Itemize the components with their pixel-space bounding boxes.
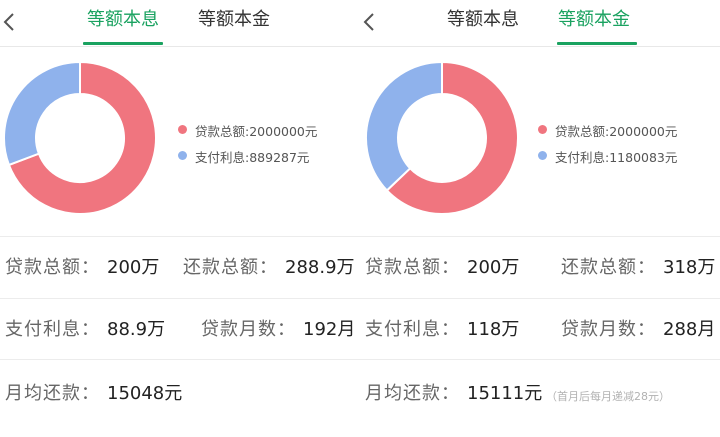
monthly-payment-label: 月均还款： <box>5 383 100 404</box>
principal-legend-dot <box>178 125 187 134</box>
interest-label: 支付利息： <box>5 319 100 340</box>
donut-slice-interest <box>365 60 443 192</box>
tab-equal-principal[interactable]: 等额本金 <box>198 9 270 31</box>
legend-principal-label: 贷款总额:2000000元 <box>555 124 678 139</box>
divider <box>0 236 360 237</box>
equal-principal-panel: 等额本息 等额本金 贷款总额:2000000元 支付利息:1180083元 贷款… <box>360 0 720 437</box>
interest-legend-dot <box>538 151 547 160</box>
repay-total-label: 还款总额： <box>183 257 278 278</box>
loan-total-label: 贷款总额： <box>5 257 100 278</box>
monthly-payment-value: 15048元 <box>107 383 183 404</box>
legend-item-principal: 贷款总额:2000000元 <box>538 121 677 140</box>
decrease-note: （首月后每月递减28元） <box>546 390 670 403</box>
principal-legend-dot <box>538 125 547 134</box>
header-bar: 等额本息 等额本金 <box>0 0 360 47</box>
chevron-left-icon <box>363 13 374 31</box>
active-tab-indicator <box>83 42 163 45</box>
legend-item-interest: 支付利息:889287元 <box>178 147 309 166</box>
interest-legend-dot <box>178 151 187 160</box>
monthly-payment-value: 15111元 <box>467 383 543 404</box>
active-tab-indicator <box>557 42 637 45</box>
loan-total-value: 200万 <box>107 257 160 278</box>
interest-value: 118万 <box>467 319 520 340</box>
loan-months-label: 贷款月数： <box>561 319 656 340</box>
divider <box>360 359 720 360</box>
divider <box>0 359 360 360</box>
donut-slice-interest <box>3 60 81 167</box>
legend-item-principal: 贷款总额:2000000元 <box>178 121 317 140</box>
loan-months-value: 288月 <box>663 319 716 340</box>
tab-equal-installment[interactable]: 等额本息 <box>447 9 519 31</box>
legend-principal-label: 贷款总额:2000000元 <box>195 124 318 139</box>
loan-donut-chart <box>365 60 519 215</box>
monthly-payment-label: 月均还款： <box>365 383 460 404</box>
loan-total-label: 贷款总额： <box>365 257 460 278</box>
interest-label: 支付利息： <box>365 319 460 340</box>
loan-months-value: 192月 <box>303 319 356 340</box>
loan-donut-chart <box>3 60 157 215</box>
tab-equal-installment[interactable]: 等额本息 <box>87 9 159 31</box>
divider <box>360 236 720 237</box>
back-button[interactable] <box>0 9 24 35</box>
legend-interest-label: 支付利息:1180083元 <box>555 150 678 165</box>
divider <box>360 298 720 299</box>
repay-total-value: 288.9万 <box>285 257 355 278</box>
loan-total-value: 200万 <box>467 257 520 278</box>
legend-interest-label: 支付利息:889287元 <box>195 150 310 165</box>
divider <box>0 298 360 299</box>
legend-item-interest: 支付利息:1180083元 <box>538 147 677 166</box>
equal-installment-panel: 等额本息 等额本金 贷款总额:2000000元 支付利息:889287元 贷款总… <box>0 0 360 437</box>
loan-months-label: 贷款月数： <box>201 319 296 340</box>
chevron-left-icon <box>3 13 14 31</box>
interest-value: 88.9万 <box>107 319 166 340</box>
back-button[interactable] <box>360 9 384 35</box>
tab-equal-principal[interactable]: 等额本金 <box>558 9 630 31</box>
header-bar: 等额本息 等额本金 <box>360 0 720 47</box>
repay-total-label: 还款总额： <box>561 257 656 278</box>
repay-total-value: 318万 <box>663 257 716 278</box>
